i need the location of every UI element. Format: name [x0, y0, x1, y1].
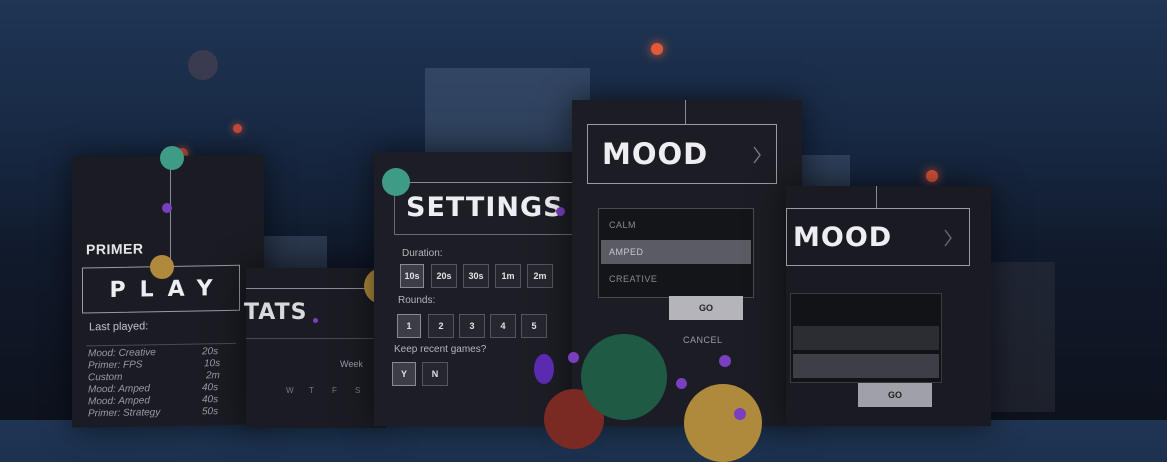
bokeh-light — [188, 50, 218, 80]
duration-label: Duration: — [402, 248, 443, 259]
history-duration: 50s — [202, 406, 219, 418]
duration-option[interactable]: 2m — [527, 264, 553, 288]
mood-dropdown[interactable]: CALM AMPED CREATIVE — [598, 208, 754, 298]
weekday-label: T — [309, 386, 314, 395]
history-mode: Primer: FPS — [88, 359, 143, 372]
rounds-option[interactable]: 2 — [428, 314, 454, 338]
history-mode: Mood: Amped — [88, 395, 150, 408]
history-mode: Mood: Creative — [88, 347, 156, 360]
play-button-label: PLAY — [109, 275, 227, 303]
connector-line — [876, 186, 877, 208]
node-dot — [162, 203, 172, 213]
stats-title: TATS — [244, 300, 308, 325]
decorative-blob — [734, 408, 746, 420]
keep-recent-label: Keep recent games? — [394, 344, 487, 355]
mood-option[interactable]: CALM — [601, 213, 751, 237]
weekday-label: F — [332, 386, 337, 395]
bokeh-light — [926, 170, 938, 182]
title-underline — [394, 234, 574, 235]
go-button-secondary[interactable]: GO — [858, 383, 932, 407]
history-mode: Primer: Strategy — [88, 407, 161, 420]
chevron-right-icon[interactable] — [752, 146, 762, 164]
title-underline — [246, 338, 376, 339]
mood-option[interactable]: CREATIVE — [601, 267, 751, 291]
rounds-option[interactable]: 3 — [459, 314, 485, 338]
stats-period-label[interactable]: Week — [340, 359, 363, 369]
decorative-blob — [719, 355, 731, 367]
duration-option[interactable]: 1m — [495, 264, 521, 288]
go-button[interactable]: GO — [669, 296, 743, 320]
mood-option-secondary[interactable] — [793, 354, 939, 378]
node-dot — [160, 146, 184, 170]
decorative-blob — [568, 352, 579, 363]
duration-option[interactable]: 20s — [431, 264, 457, 288]
history-duration: 10s — [204, 358, 221, 370]
mood-dropdown-secondary[interactable] — [790, 293, 942, 383]
decorative-blob — [534, 354, 554, 384]
history-duration: 20s — [202, 346, 219, 358]
weekday-label: W — [286, 386, 294, 395]
rounds-option[interactable]: 4 — [490, 314, 516, 338]
bokeh-light — [651, 43, 663, 55]
primer-heading: PRIMER — [86, 240, 144, 258]
mood-card-secondary: MOOD GO — [786, 186, 991, 426]
mood-option-secondary[interactable] — [793, 326, 939, 350]
keep-recent-yes[interactable]: Y — [392, 362, 416, 386]
history-duration: 2m — [206, 370, 220, 382]
mood-title-box[interactable]: MOOD — [587, 124, 777, 184]
decorative-blob — [684, 384, 762, 462]
chevron-right-icon[interactable] — [943, 229, 953, 247]
node-dot — [150, 255, 174, 279]
primer-card: PRIMER PLAY Last played: Mood: Creative … — [72, 154, 264, 428]
settings-title: SETTINGS — [406, 192, 564, 223]
background-panel — [985, 262, 1055, 412]
connector-line — [394, 182, 574, 183]
connector-line — [246, 288, 368, 289]
cancel-button[interactable]: CANCEL — [683, 335, 723, 345]
node-dot — [556, 207, 565, 216]
bokeh-light — [233, 124, 242, 133]
mood-title: MOOD — [602, 137, 709, 171]
rounds-label: Rounds: — [398, 295, 436, 306]
rounds-option[interactable]: 1 — [397, 314, 421, 338]
keep-recent-no[interactable]: N — [422, 362, 448, 386]
history-duration: 40s — [202, 394, 219, 406]
history-duration: 40s — [202, 382, 219, 394]
node-dot — [382, 168, 410, 196]
rounds-option[interactable]: 5 — [521, 314, 547, 338]
weekday-label: S — [355, 386, 361, 395]
mood-title-box-secondary[interactable]: MOOD — [786, 208, 970, 266]
history-mode: Mood: Amped — [88, 383, 150, 396]
history-mode: Custom — [88, 371, 123, 384]
mood-option[interactable]: AMPED — [601, 240, 751, 264]
duration-option[interactable]: 30s — [463, 264, 489, 288]
duration-option[interactable]: 10s — [400, 264, 424, 288]
decorative-blob — [676, 378, 687, 389]
last-played-label: Last played: — [89, 320, 149, 334]
title-dot — [313, 318, 318, 323]
connector-line — [685, 100, 686, 124]
decorative-blob — [581, 334, 667, 420]
mood-title-secondary: MOOD — [793, 221, 893, 253]
